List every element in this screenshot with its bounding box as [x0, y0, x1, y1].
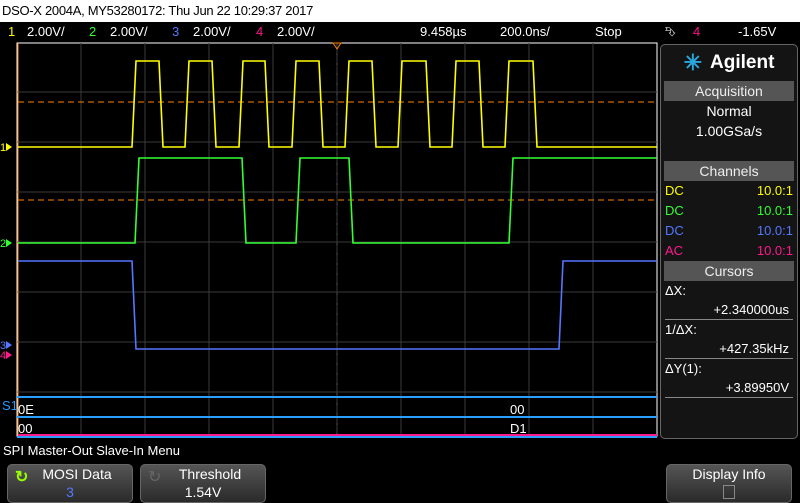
ch4-scale[interactable]: 2.00V/	[277, 22, 315, 42]
decode-byte: 0E	[18, 402, 34, 417]
trigger-edge-icon: ⮷	[665, 24, 676, 39]
probe-ratio: 10.0:1	[756, 223, 793, 238]
info-panel: ✳ Agilent Acquisition Normal 1.00GSa/s C…	[660, 44, 798, 439]
channel-row: DC 10.0:1	[661, 201, 797, 221]
probe-ratio: 10.0:1	[756, 243, 793, 258]
inverse-delta-x-value: +427.35kHz	[665, 339, 793, 359]
delta-y-value: +3.89950V	[665, 378, 793, 398]
ch1-scale[interactable]: 2.00V/	[27, 22, 65, 42]
coupling: DC	[665, 183, 684, 198]
ch3-scale[interactable]: 2.00V/	[193, 22, 231, 42]
ch4-number[interactable]: 4	[256, 22, 263, 42]
window-title: DSO-X 2004A, MY53280172: Thu Jun 22 10:2…	[0, 0, 800, 22]
channel-row: DC 10.0:1	[661, 221, 797, 241]
coupling: AC	[665, 243, 684, 258]
acquisition-mode: Normal	[706, 103, 752, 119]
status-bar: 1 2.00V/ 2 2.00V/ 3 2.00V/ 4 2.00V/ 9.45…	[0, 22, 800, 42]
mosi-data-softkey[interactable]: ↻ MOSI Data 3	[7, 464, 133, 503]
coupling: DC	[665, 223, 684, 238]
ch2-ground-marker-label: 2	[0, 238, 6, 250]
ch1-ground-marker-label: 1	[0, 142, 6, 154]
cursors-header[interactable]: Cursors	[664, 261, 794, 281]
channels-header[interactable]: Channels	[664, 161, 794, 181]
run-state[interactable]: Stop	[595, 22, 622, 42]
delta-y-label: ΔY(1):	[665, 361, 702, 376]
ch3-ground-marker	[6, 341, 12, 349]
coupling: DC	[665, 203, 684, 218]
decode-byte: D1	[510, 421, 527, 436]
waveform-display[interactable]: 1234	[0, 42, 660, 440]
sample-rate: 1.00GSa/s	[695, 123, 763, 139]
ch2-scale[interactable]: 2.00V/	[110, 22, 148, 42]
ch4-ground-marker	[6, 351, 12, 359]
display-info-checkbox[interactable]	[723, 485, 735, 499]
rotate-knob-icon: ↻	[148, 469, 162, 486]
ch1-number[interactable]: 1	[8, 22, 15, 42]
threshold-softkey[interactable]: ↻ Threshold 1.54V	[140, 464, 266, 503]
inverse-delta-x-label: 1/ΔX:	[665, 322, 697, 337]
horizontal-delay[interactable]: 9.458µs	[420, 22, 467, 42]
graticule	[16, 42, 658, 437]
delta-x-value: +2.340000us	[665, 300, 793, 320]
decode-byte: 00	[18, 421, 33, 436]
probe-ratio: 10.0:1	[756, 203, 793, 218]
ch2-number[interactable]: 2	[89, 22, 96, 42]
serial-bus-label: S1	[2, 398, 18, 413]
display-info-softkey[interactable]: Display Info	[666, 464, 792, 503]
ch2-ground-marker	[6, 239, 12, 247]
agilent-spark-icon: ✳	[683, 50, 703, 75]
acquisition-header[interactable]: Acquisition	[664, 81, 794, 101]
delta-x-label: ΔX:	[665, 283, 686, 298]
ch1-ground-marker	[6, 143, 12, 151]
rotate-knob-icon: ↻	[15, 469, 29, 486]
trigger-level[interactable]: -1.65V	[738, 22, 776, 42]
channel-row: AC 10.0:1	[661, 241, 797, 261]
trigger-source[interactable]: 4	[693, 22, 700, 42]
ch3-number[interactable]: 3	[172, 22, 179, 42]
decode-byte: 00	[510, 402, 525, 417]
menu-title: SPI Master-Out Slave-In Menu	[3, 443, 181, 458]
timebase[interactable]: 200.0ns/	[500, 22, 550, 42]
ch4-ground-marker-label: 4	[0, 350, 6, 362]
channel-row: DC 10.0:1	[661, 181, 797, 201]
brand-logo: ✳ Agilent	[683, 50, 775, 75]
probe-ratio: 10.0:1	[756, 183, 793, 198]
